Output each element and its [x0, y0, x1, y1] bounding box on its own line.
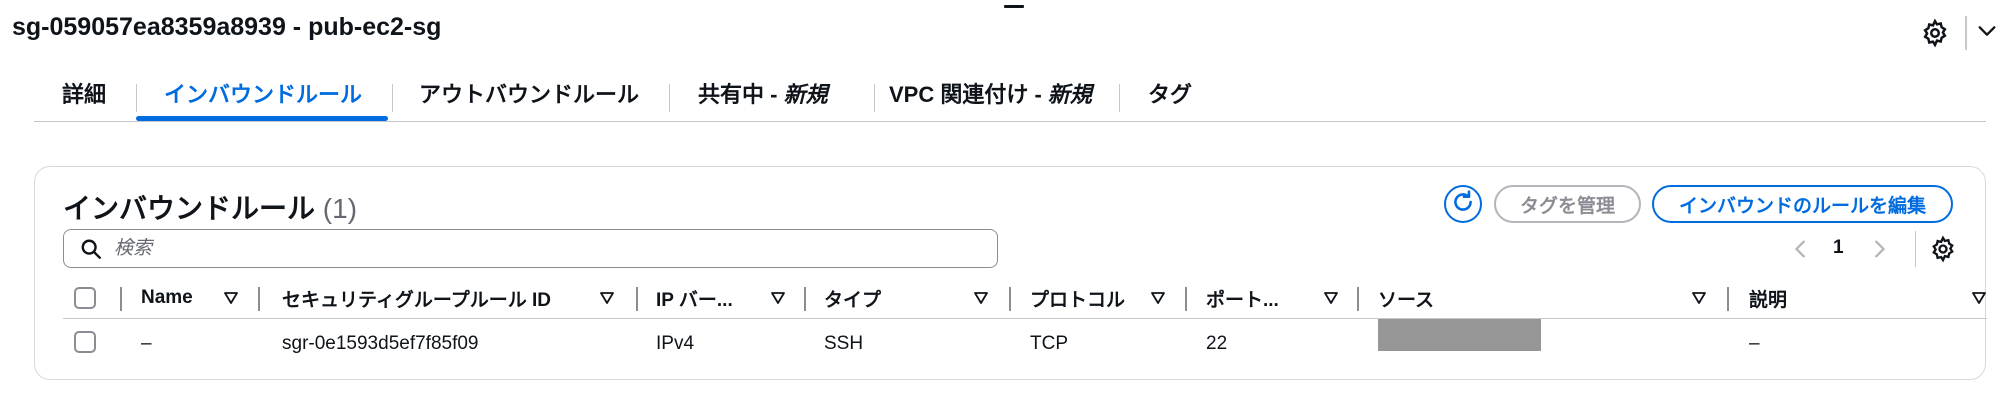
caret-down-icon[interactable] — [770, 290, 786, 306]
caret-down-icon[interactable] — [1323, 290, 1339, 306]
tab-divider — [1119, 84, 1120, 112]
tab-bar: 詳細 インバウンドルール アウトバウンドルール 共有中 - 新規 VPC 関連付… — [34, 78, 1986, 122]
column-header-name[interactable]: Name — [141, 277, 221, 319]
column-divider — [120, 287, 122, 311]
active-tab-indicator — [136, 116, 388, 121]
row-checkbox[interactable] — [74, 331, 96, 353]
tab-details[interactable]: 詳細 — [62, 78, 106, 122]
column-header-protocol[interactable]: プロトコル — [1030, 277, 1150, 319]
column-header-port[interactable]: ポート... — [1206, 277, 1306, 319]
drag-handle[interactable] — [1004, 5, 1024, 8]
caret-down-icon[interactable] — [1150, 290, 1166, 306]
cell-ip-version: IPv4 — [656, 333, 695, 354]
search-icon — [80, 238, 102, 260]
select-all-checkbox[interactable] — [74, 287, 96, 309]
tab-divider — [136, 84, 137, 112]
search-input[interactable] — [114, 234, 974, 264]
chevron-left-icon[interactable] — [1790, 237, 1812, 261]
column-divider — [1357, 287, 1359, 311]
column-header-description[interactable]: 説明 — [1749, 277, 1849, 319]
caret-down-icon[interactable] — [973, 290, 989, 306]
pager-divider — [1915, 231, 1916, 267]
table-header: Name セキュリティグループルール ID IP バー... タイプ プロトコル… — [63, 277, 1987, 319]
refresh-icon — [1450, 189, 1476, 220]
refresh-button[interactable] — [1444, 185, 1482, 223]
column-header-type[interactable]: タイプ — [824, 277, 944, 319]
cell-rule-id: sgr-0e1593d5ef7f85f09 — [282, 333, 479, 354]
column-header-ip-version[interactable]: IP バー... — [656, 277, 756, 319]
tab-divider — [392, 84, 393, 112]
caret-down-icon[interactable] — [599, 290, 615, 306]
cell-port: 22 — [1206, 333, 1228, 354]
caret-down-icon[interactable] — [1691, 290, 1707, 306]
column-divider — [1185, 287, 1187, 311]
tab-vpc-associations[interactable]: VPC 関連付け - 新規 — [889, 78, 1092, 122]
panel-title-text: インバウンドルール — [63, 193, 316, 224]
current-page[interactable]: 1 — [1833, 237, 1844, 259]
header-divider — [1965, 16, 1967, 50]
gear-icon[interactable] — [1929, 235, 1957, 263]
column-divider — [804, 287, 806, 311]
tab-outbound-rules[interactable]: アウトバウンドルール — [419, 78, 639, 122]
inbound-rules-panel: インバウンドルール (1) タグを管理 インバウンドのルールを編集 1 — [34, 166, 1987, 380]
edit-inbound-rules-button[interactable]: インバウンドのルールを編集 — [1652, 185, 1953, 223]
page-title: sg-059057ea8359a8939 - pub-ec2-sg — [12, 13, 442, 41]
manage-tags-button[interactable]: タグを管理 — [1494, 185, 1641, 223]
caret-down-icon[interactable] — [223, 290, 239, 306]
column-header-source[interactable]: ソース — [1378, 277, 1478, 319]
tab-divider — [874, 84, 875, 112]
column-divider — [1009, 287, 1011, 311]
column-header-rule-id[interactable]: セキュリティグループルール ID — [282, 277, 592, 319]
cell-name: – — [141, 333, 152, 354]
cell-type: SSH — [824, 333, 864, 354]
chevron-right-icon[interactable] — [1868, 237, 1890, 261]
caret-down-icon[interactable] — [1971, 290, 1987, 306]
search-box — [63, 229, 998, 268]
column-divider — [258, 287, 260, 311]
tab-divider — [669, 84, 670, 112]
gear-icon[interactable] — [1920, 18, 1950, 48]
tab-tags[interactable]: タグ — [1148, 78, 1192, 122]
cell-protocol: TCP — [1030, 333, 1068, 354]
cell-description: – — [1749, 333, 1760, 354]
rule-count: (1) — [322, 193, 358, 224]
chevron-down-icon[interactable] — [1976, 20, 1998, 42]
column-divider — [1727, 287, 1729, 311]
table-row[interactable]: – sgr-0e1593d5ef7f85f09 IPv4 SSH TCP 22 … — [63, 319, 1987, 371]
panel-title: インバウンドルール (1) — [63, 187, 357, 227]
tab-sharing[interactable]: 共有中 - 新規 — [698, 78, 828, 122]
column-divider — [636, 287, 638, 311]
source-redacted-block — [1378, 319, 1541, 351]
